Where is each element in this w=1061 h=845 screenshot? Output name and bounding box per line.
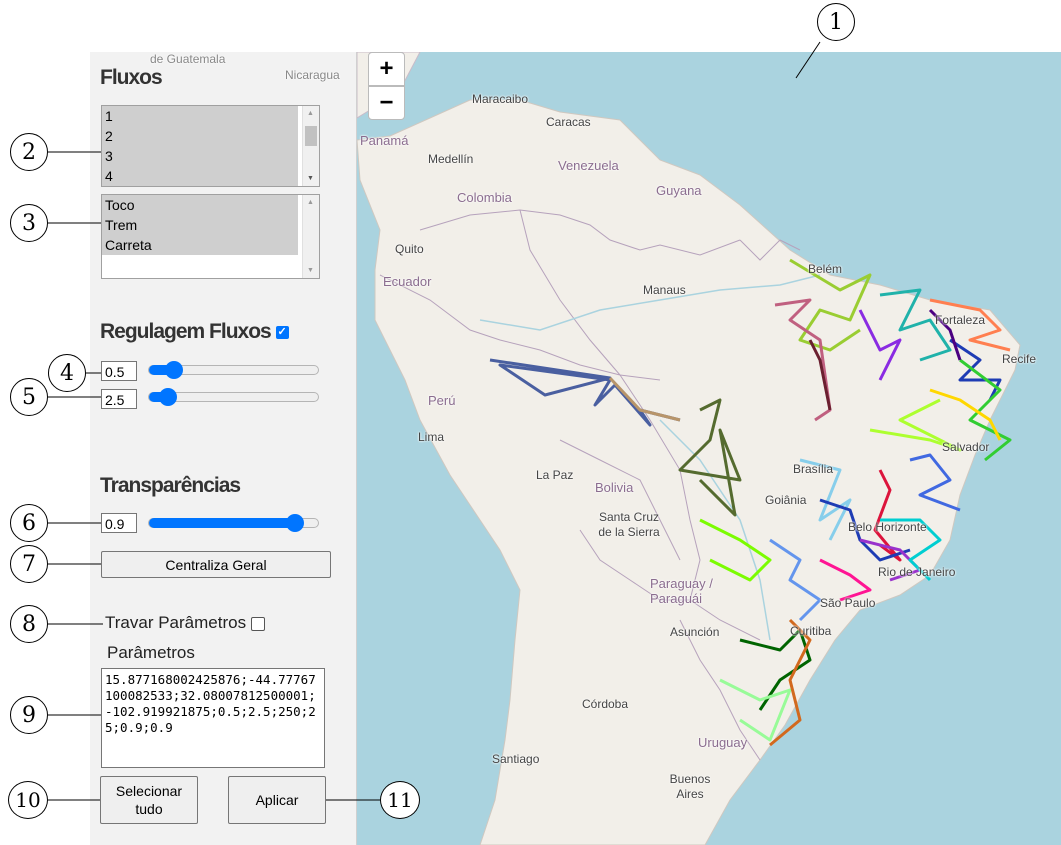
callout-10: 10 xyxy=(8,781,48,819)
callout-5: 5 xyxy=(10,378,48,416)
callout-11: 11 xyxy=(380,781,420,819)
callout-lines xyxy=(48,41,821,801)
callout-8: 8 xyxy=(10,605,48,643)
callout-line xyxy=(795,41,821,79)
callout-9: 9 xyxy=(10,696,48,734)
callout-3: 3 xyxy=(10,204,48,242)
callout-6: 6 xyxy=(10,504,48,542)
callout-1: 1 xyxy=(817,3,855,41)
callout-4: 4 xyxy=(48,354,86,392)
callout-2: 2 xyxy=(10,133,48,171)
callout-7: 7 xyxy=(10,545,48,583)
